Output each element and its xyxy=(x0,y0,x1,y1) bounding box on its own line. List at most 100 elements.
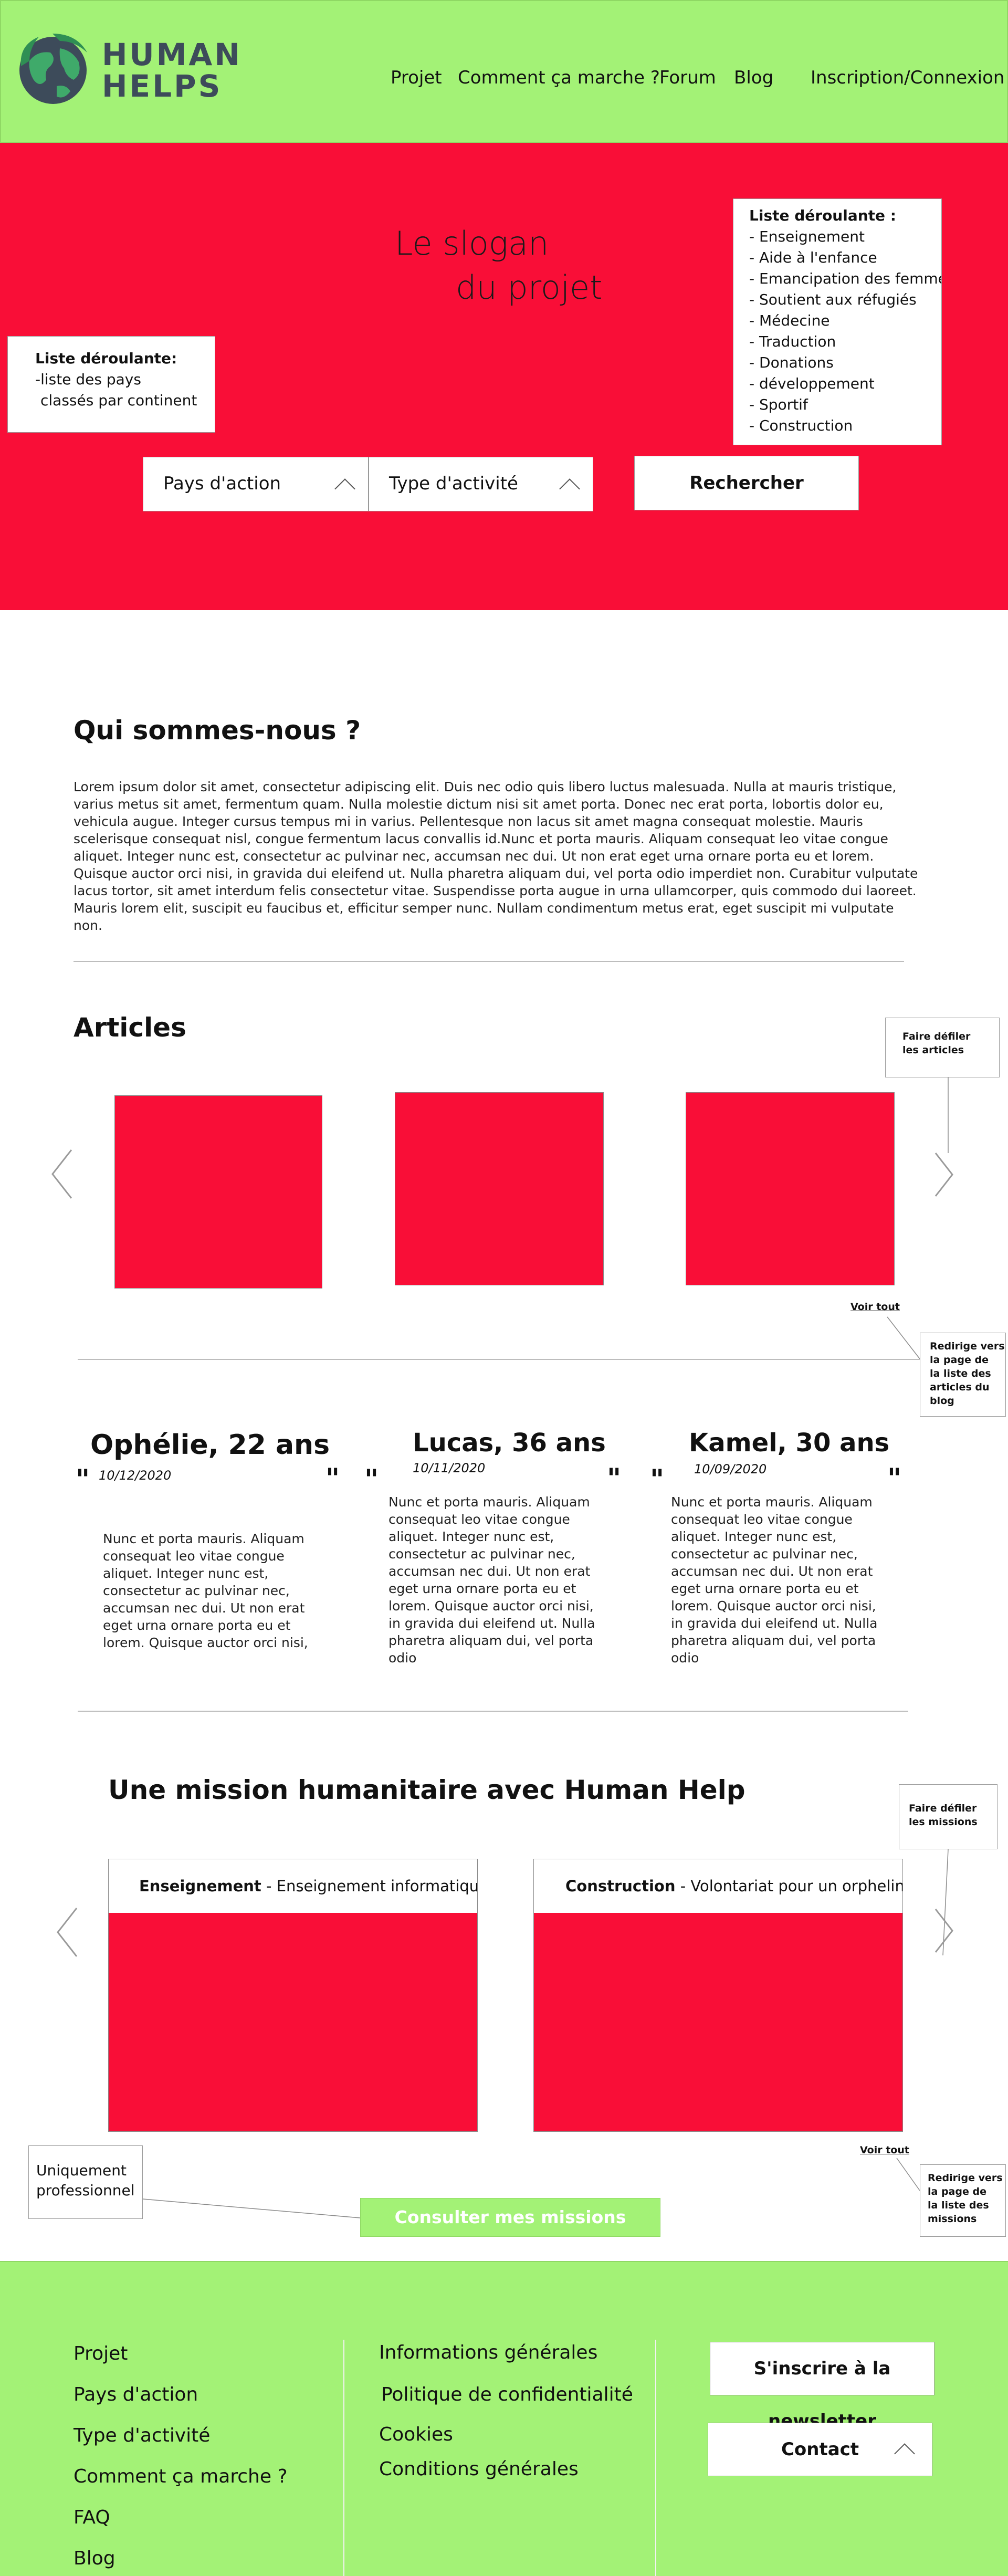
logo-wordmark[interactable]: HUMAN HELPS xyxy=(102,39,242,102)
annotation-line: Redirige vers xyxy=(928,2172,1003,2184)
list-item: - Aide à l'enfance xyxy=(749,249,877,266)
testimonial-date: 10/12/2020 xyxy=(99,1468,172,1483)
list-item: - Sportif xyxy=(749,396,808,413)
chevron-up-icon xyxy=(894,2443,915,2464)
annotation-line: Uniquement xyxy=(36,2162,127,2179)
annotation-line: la page de xyxy=(930,1354,989,1366)
testimonial-date: 10/09/2020 xyxy=(694,1462,767,1477)
mission-detail: - Enseignement informatique xyxy=(261,1877,477,1895)
logo-line-helps: HELPS xyxy=(102,68,223,104)
mission-detail: - Volontariat pour un orphelinat xyxy=(675,1877,902,1895)
annotation-type-list: Liste déroulante : - Enseignement - Aide… xyxy=(733,198,942,445)
newsletter-button[interactable]: S'inscrire à la newsletter xyxy=(710,2342,934,2432)
footer-link-conditions[interactable]: Conditions générales xyxy=(379,2458,579,2480)
hero-slogan: Le slogan du projet xyxy=(395,222,602,310)
annotation-title: Liste déroulante: xyxy=(35,350,177,367)
divider xyxy=(74,961,904,962)
activity-dropdown[interactable]: Type d'activité xyxy=(369,457,593,511)
list-item: - Médecine xyxy=(749,312,830,329)
close-quote: " xyxy=(326,1463,340,1494)
list-item: - Enseignement xyxy=(749,228,865,245)
contact-label: Contact xyxy=(781,2439,859,2460)
close-quote: " xyxy=(607,1463,622,1494)
annotation-redirect-articles: Redirige vers la page de la liste des ar… xyxy=(920,1333,1006,1417)
chevron-right-icon[interactable] xyxy=(932,1906,956,1955)
mission-category: Construction xyxy=(565,1877,676,1895)
slogan-line-2: du projet xyxy=(456,268,603,307)
article-thumbnail[interactable] xyxy=(114,1095,322,1289)
mission-card-header: Enseignement - Enseignement informatique xyxy=(109,1859,477,1913)
footer-link-cookies[interactable]: Cookies xyxy=(379,2424,453,2445)
missions-title: Une mission humanitaire avec Human Help xyxy=(108,1775,746,1805)
footer-link-comment[interactable]: Comment ça marche ? xyxy=(74,2466,288,2487)
mission-card[interactable]: Construction - Volontariat pour un orphe… xyxy=(533,1859,903,2132)
annotation-line: la page de xyxy=(928,2186,986,2197)
list-item: - Traduction xyxy=(749,333,836,350)
slogan-line-1: Le slogan xyxy=(395,224,549,263)
footer-separator xyxy=(655,2340,656,2576)
annotation-line: classés par continent xyxy=(40,392,197,409)
nav-link-projet[interactable]: Projet xyxy=(391,67,442,88)
annotation-line: blog xyxy=(930,1395,954,1407)
testimonial-text: Nunc et porta mauris. Aliquam consequat … xyxy=(103,1531,308,1650)
annotation-line: la liste des xyxy=(930,1368,991,1379)
testimonial-name: Ophélie, 22 ans xyxy=(90,1429,330,1461)
footer-link-blog[interactable]: Blog xyxy=(74,2548,116,2569)
articles-see-all-link[interactable]: Voir tout xyxy=(850,1301,900,1313)
footer-link-type[interactable]: Type d'activité xyxy=(74,2425,210,2446)
search-button[interactable]: Rechercher xyxy=(634,456,859,510)
login-link[interactable]: Inscription/Connexion xyxy=(811,67,1004,88)
chevron-right-icon[interactable] xyxy=(932,1150,956,1199)
chevron-up-icon xyxy=(334,478,355,499)
list-item: - Soutient aux réfugiés xyxy=(749,291,917,308)
open-quote: " xyxy=(364,1464,379,1495)
chevron-up-icon xyxy=(559,478,580,499)
annotation-line: Faire défiler xyxy=(909,1803,977,1814)
missions-see-all-link[interactable]: Voir tout xyxy=(860,2144,909,2156)
annotation-redirect-missions: Redirige vers la page de la liste des mi… xyxy=(920,2164,1006,2237)
footer-link-pays[interactable]: Pays d'action xyxy=(74,2384,198,2405)
activity-dropdown-label: Type d'activité xyxy=(389,473,518,494)
nav-link-forum[interactable]: Forum xyxy=(659,67,716,88)
footer-separator xyxy=(343,2340,344,2576)
annotation-line: -liste des pays xyxy=(35,371,141,388)
annotation-line: Faire défiler xyxy=(902,1031,971,1042)
annotation-pays-list: Liste déroulante: -liste des pays classé… xyxy=(7,336,215,433)
nav-link-comment[interactable]: Comment ça marche ? xyxy=(458,67,660,88)
annotation-line: la liste des xyxy=(928,2200,989,2211)
nav-link-blog[interactable]: Blog xyxy=(734,67,773,88)
annotation-title: Liste déroulante : xyxy=(749,207,896,224)
article-thumbnail[interactable] xyxy=(686,1092,895,1285)
annotation-line: Redirige vers xyxy=(930,1341,1005,1352)
mission-card-header: Construction - Volontariat pour un orphe… xyxy=(534,1859,902,1913)
open-quote: " xyxy=(650,1464,665,1495)
testimonial-text: Nunc et porta mauris. Aliquam consequat … xyxy=(388,1494,595,1666)
annotation-line: les articles xyxy=(902,1044,964,1056)
footer-link-info[interactable]: Informations générales xyxy=(379,2342,597,2363)
annotation-professional-only: Uniquement professionnel xyxy=(28,2145,143,2219)
list-item: - Emancipation des femmes xyxy=(749,270,942,287)
testimonial-name: Lucas, 36 ans xyxy=(413,1428,606,1458)
list-item: - Donations xyxy=(749,354,834,371)
footer-link-privacy[interactable]: Politique de confidentialité xyxy=(381,2384,633,2405)
footer-link-projet[interactable]: Projet xyxy=(74,2343,128,2364)
list-item: - Construction xyxy=(749,417,853,434)
country-dropdown-label: Pays d'action xyxy=(163,473,281,494)
contact-dropdown[interactable]: Contact xyxy=(708,2423,932,2476)
annotation-line: professionnel xyxy=(36,2182,135,2199)
list-item: - développement xyxy=(749,375,875,392)
divider xyxy=(78,1359,920,1360)
about-title: Qui sommes-nous ? xyxy=(74,715,361,746)
chevron-left-icon[interactable] xyxy=(48,1147,76,1201)
country-dropdown[interactable]: Pays d'action xyxy=(143,457,369,511)
mission-card[interactable]: Enseignement - Enseignement informatique xyxy=(108,1859,478,2132)
logo-line-human: HUMAN xyxy=(102,37,242,72)
chevron-left-icon[interactable] xyxy=(54,1905,81,1960)
article-thumbnail[interactable] xyxy=(395,1092,604,1285)
consult-missions-button[interactable]: Consulter mes missions xyxy=(360,2198,660,2237)
annotation-scroll-missions: Faire défiler les missions xyxy=(899,1784,998,1849)
footer-link-faq[interactable]: FAQ xyxy=(74,2507,110,2528)
globe-logo-icon[interactable] xyxy=(14,29,92,108)
close-quote: " xyxy=(887,1463,902,1494)
testimonial-name: Kamel, 30 ans xyxy=(689,1428,890,1458)
